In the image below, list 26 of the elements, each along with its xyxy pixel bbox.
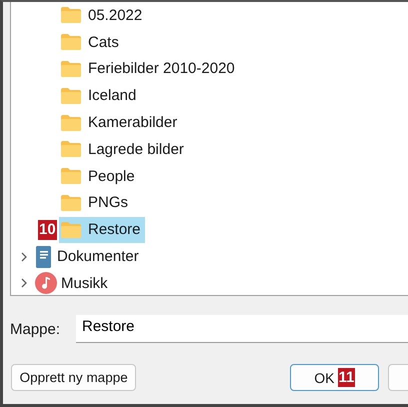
library-item[interactable]: Musikk [11,270,112,296]
step-badge: 11 [338,368,356,387]
folder-item[interactable]: People [59,163,139,190]
document-icon [35,246,53,268]
folder-icon [61,88,81,104]
folder-name-field[interactable]: Restore [76,315,408,343]
folder-icon [61,7,81,24]
folder-label: Mappe: [9,320,62,338]
folder-icon [61,168,81,184]
folder-item[interactable]: PNGs [59,190,132,216]
folder-item[interactable]: Kamerabilder [59,110,182,136]
new-folder-button[interactable]: Opprett ny mappe [11,364,136,391]
folder-item[interactable]: Feriebilder 2010-2020 [59,56,239,82]
ok-button[interactable]: OK 11 [290,364,380,391]
folder-item[interactable]: Lagrede bilder [59,136,188,162]
folder-item[interactable]: Cats [59,29,123,56]
folder-icon [61,60,81,77]
folder-item[interactable]: Iceland [59,82,140,109]
folder-icon [61,194,81,211]
folder-item[interactable]: 05.2022 [59,2,146,28]
library-item[interactable]: Dokumenter [11,244,143,270]
folder-icon [61,114,81,131]
folder-icon [61,34,81,50]
folder-icon [61,222,81,238]
folder-icon [61,141,81,158]
step-badge: 10 [38,220,57,240]
